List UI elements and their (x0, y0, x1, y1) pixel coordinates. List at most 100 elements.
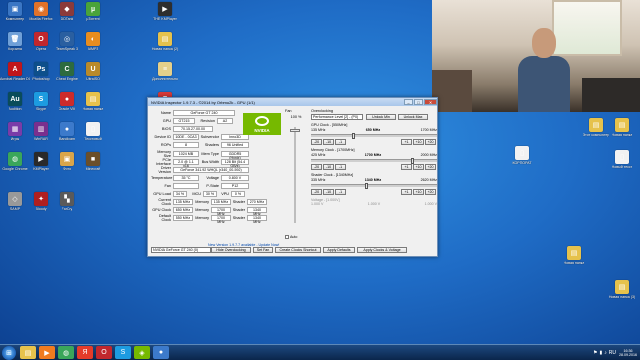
shader-minus10-button[interactable]: -10 (323, 189, 334, 195)
gpu-plus1-button[interactable]: +1 (401, 139, 412, 145)
desktop-icon-chrome[interactable]: ◍ Google Chrome (1, 152, 29, 171)
desktop-icon-newfolder1[interactable]: ▤ Новая папка (2) (151, 32, 179, 51)
bottom-bar: NVIDIA GeForce GT 240 (0) Hide Overclock… (151, 247, 437, 253)
set-fan-button[interactable]: Set Fan (253, 247, 273, 253)
desktop-icon-photo[interactable]: ▣ Фото (53, 152, 81, 171)
mcu-label: MCU (192, 191, 201, 196)
desktop-icon-r3[interactable]: ▯ КОРПОРАТ (508, 146, 536, 165)
memory-clock-knob[interactable] (411, 158, 414, 164)
fan-auto-checkbox[interactable]: Auto (285, 235, 297, 239)
desktop-icon-oracle[interactable]: ● Oracle VM (53, 92, 81, 111)
desktop-icon-ddtank[interactable]: ◆ DDTank (53, 2, 81, 21)
shader-minus20-button[interactable]: -20 (311, 189, 322, 195)
desktop-icon-bandicam[interactable]: ● Bandicam (53, 122, 81, 141)
close-button[interactable]: ✕ (424, 99, 437, 105)
desktop-icon-label: UltraISO (86, 77, 100, 81)
row-default-clock: Default Clock 550 MHz Memory 1700 MHz Sh… (151, 214, 283, 224)
gpu-plus10-button[interactable]: +10 (413, 139, 424, 145)
unlock-min-button[interactable]: Unlock Min (366, 114, 396, 120)
taskbar-wmp-icon[interactable]: ▶ (39, 346, 55, 359)
checkbox-box[interactable] (285, 235, 289, 239)
gpu-plus20-button[interactable]: +20 (425, 139, 436, 145)
unlock-max-button[interactable]: Unlock Max (398, 114, 428, 120)
desktop-icon-acrobat[interactable]: A Acrobat Reader DC (0, 62, 30, 81)
taskbar-opera-icon[interactable]: O (96, 346, 112, 359)
performance-level-select[interactable]: Performance Level [2] - (P0) (311, 114, 363, 120)
memory-clock-slider[interactable] (311, 158, 437, 164)
desktop-icon-txt1[interactable]: ▯ Текстовый (79, 122, 107, 141)
mem-minus20-button[interactable]: -20 (311, 164, 322, 170)
desktop-icon-utorrent[interactable]: µ µTorrent (79, 2, 107, 21)
desktop-icon-mgames[interactable]: ▦ Игры (1, 122, 29, 141)
taskbar-nvinspector-icon[interactable]: ◈ (134, 346, 150, 359)
desktop-icon-mouse[interactable]: ✦ Bloody (27, 192, 55, 211)
shader-plus20-button[interactable]: +20 (425, 189, 436, 195)
desktop-icon-komputer[interactable]: ▣ Компьютер (1, 2, 29, 21)
desktop-icon-daemon[interactable]: ≡ Дополнительно (151, 62, 179, 81)
shader-clock-slider[interactable] (311, 183, 437, 189)
shader-step-down: -20 -10 -1 (311, 189, 347, 195)
mem-minus10-button[interactable]: -10 (323, 164, 334, 170)
desktop-icon-folder2[interactable]: ▤ Новая папка (79, 92, 107, 111)
desktop-icon-r1[interactable]: ▤ Этот компьютер (582, 118, 610, 137)
gpu-minus1-button[interactable]: -1 (335, 139, 346, 145)
mem-minus1-button[interactable]: -1 (335, 164, 346, 170)
desktop-icon-minecraft[interactable]: ■ Minecraft (79, 152, 107, 171)
shader-clock-knob[interactable] (365, 183, 368, 189)
minimize-button[interactable]: – (404, 99, 413, 105)
mem-plus1-button[interactable]: +1 (401, 164, 412, 170)
desktop-icon-bfmplayer[interactable]: ▶ THE KMPlayer (151, 2, 179, 21)
desktop-icon-ultraiso[interactable]: U UltraISO (79, 62, 107, 81)
tray-flag-icon[interactable]: ⚑ (593, 350, 597, 356)
desktop-icon-winrar[interactable]: ▥ WinRAR (27, 122, 55, 141)
taskbar-explorer-icon[interactable]: ▤ (20, 346, 36, 359)
gpu-minus20-button[interactable]: -20 (311, 139, 322, 145)
taskbar-skype-icon[interactable]: S (115, 346, 131, 359)
desktop-icon-r2[interactable]: ▤ Новая папка (608, 118, 636, 137)
desktop-icon-teamspeak[interactable]: ◎ TeamSpeak 3 (53, 32, 81, 51)
tray-lang[interactable]: RU (609, 350, 616, 356)
tray-network-icon[interactable]: ▮ (600, 350, 603, 356)
desktop-icon-r6[interactable]: ▤ Новая папка (3) (608, 280, 636, 299)
taskbar-bandicam-icon[interactable]: ● (153, 346, 169, 359)
fan-slider-track[interactable] (294, 127, 296, 223)
gpu-minus10-button[interactable]: -10 (323, 139, 334, 145)
subvendor-value: Inno3D (221, 134, 249, 141)
desktop-icon-kmplayer2[interactable]: ▶ KMPlayer (27, 152, 55, 171)
shaders-label: Shaders (204, 143, 219, 148)
maximize-button[interactable]: □ (414, 99, 423, 105)
desktop-icon-game1[interactable]: ▚ FarCry (53, 192, 81, 211)
taskbar-yandex-icon[interactable]: Я (77, 346, 93, 359)
shader-clock-value: 1340 MHz (364, 178, 382, 182)
vpu-value: 0 % (231, 190, 245, 197)
gpu-select[interactable]: NVIDIA GeForce GT 240 (0) (151, 247, 211, 253)
desktop-icon-firefox[interactable]: ◉ Mozilla Firefox (27, 2, 55, 21)
shader-plus1-button[interactable]: +1 (401, 189, 412, 195)
mem-plus10-button[interactable]: +10 (413, 164, 424, 170)
tray-volume-icon[interactable]: ♪ (604, 350, 607, 356)
apply-clocks-button[interactable]: Apply Clocks & Voltage (357, 247, 407, 253)
gpu-clock-slider[interactable] (311, 133, 437, 139)
desktop-icon-skype[interactable]: S Skype (27, 92, 55, 111)
clock[interactable]: 16:36 28.09.2016 (619, 349, 637, 357)
start-button[interactable]: ⊞ (2, 345, 16, 360)
mem-plus20-button[interactable]: +20 (425, 164, 436, 170)
window-titlebar[interactable]: NVIDIA Inspector 1.9.7.3 - ©2014 by Orbm… (148, 98, 437, 106)
shader-plus10-button[interactable]: +10 (413, 189, 424, 195)
desktop-icon-r5[interactable]: ▤ Новая папка (560, 246, 588, 265)
desktop-icon-audition[interactable]: Au Audition (1, 92, 29, 111)
hide-overclocking-button[interactable]: Hide Overclocking (211, 247, 251, 253)
desktop-icon-r4[interactable]: ▯ Новый текст (608, 150, 636, 169)
desktop-icon-opera[interactable]: O Opera (27, 32, 55, 51)
apply-defaults-button[interactable]: Apply Defaults (323, 247, 355, 253)
create-shortcut-button[interactable]: Create Clocks Shortcut (275, 247, 321, 253)
desktop-icon-photoshop[interactable]: Ps Photoshop (27, 62, 55, 81)
desktop-icon-cheatengine[interactable]: C Cheat Engine (53, 62, 81, 81)
desktop-icon-aimp[interactable]: ◐ AIMP3 (79, 32, 107, 51)
gpu-clock-knob[interactable] (352, 133, 355, 139)
fan-slider-thumb[interactable] (290, 129, 300, 132)
desktop-icon-sam[interactable]: ◇ SAMP (1, 192, 29, 211)
taskbar-chrome-icon[interactable]: ◍ (58, 346, 74, 359)
desktop-icon-trash[interactable]: 🗑 Корзина (1, 32, 29, 51)
shader-minus1-button[interactable]: -1 (335, 189, 346, 195)
